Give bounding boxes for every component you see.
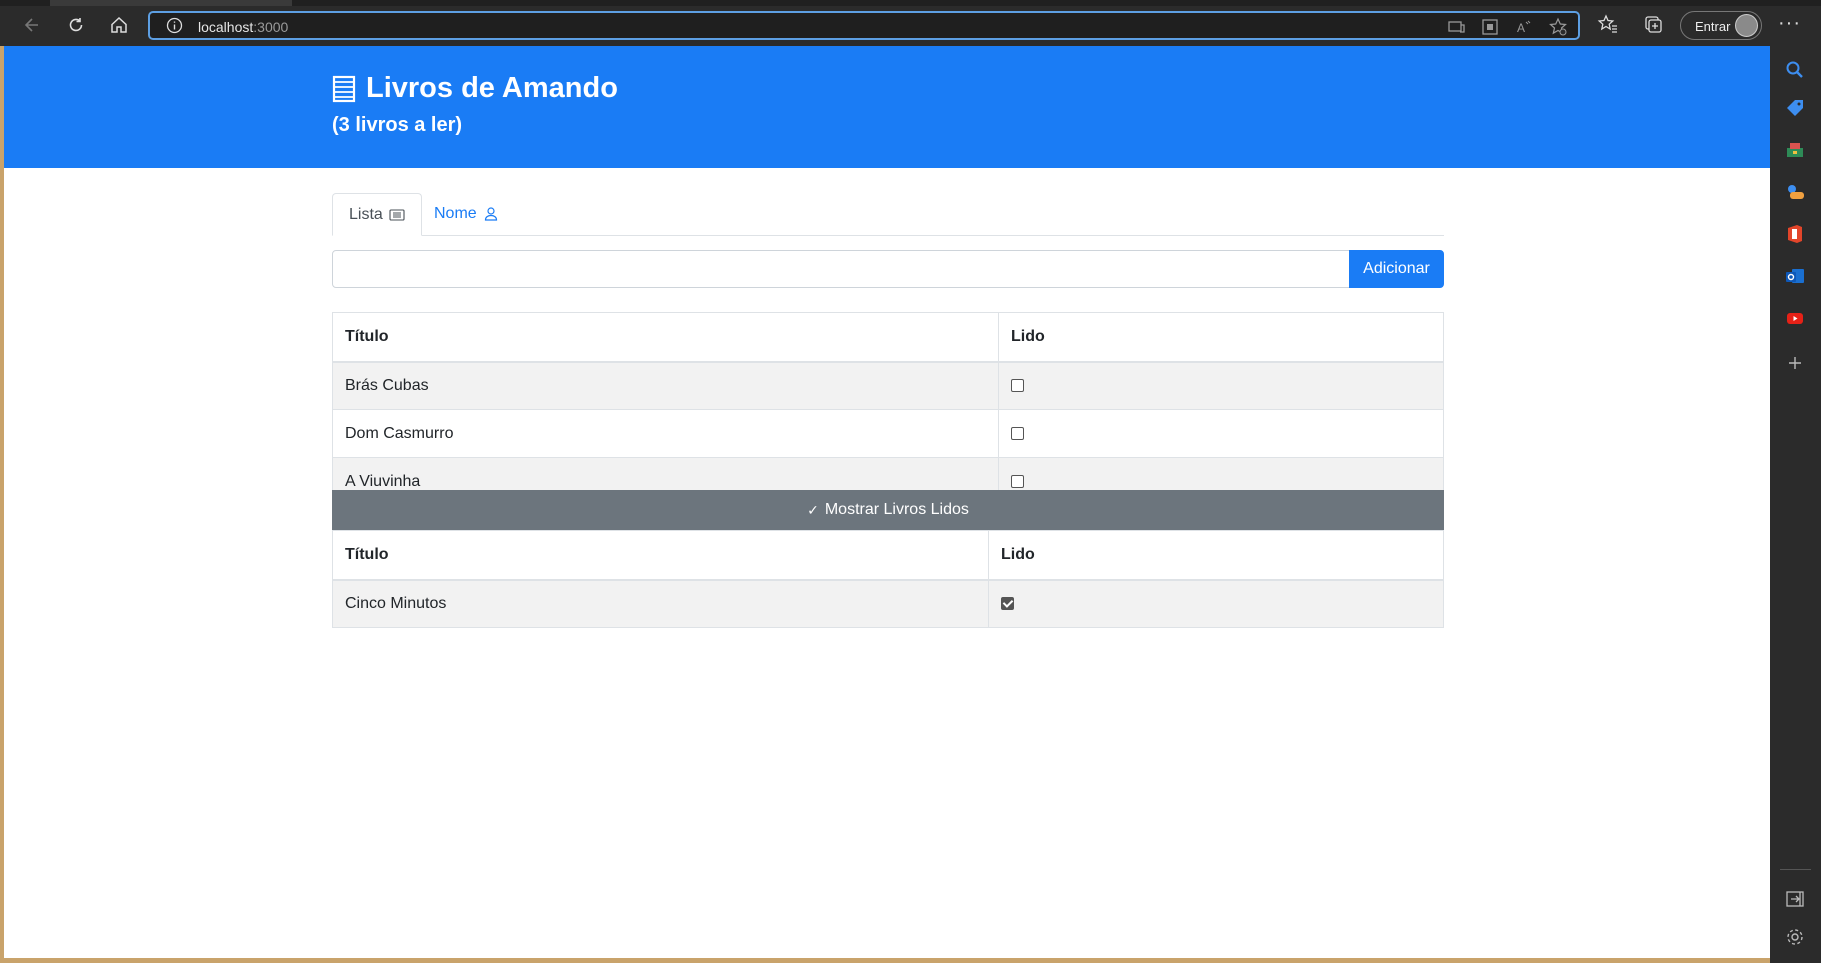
app-available-icon[interactable] <box>1446 17 1466 37</box>
shopping-tag-icon[interactable] <box>1784 97 1806 119</box>
view-tabs: Lista Nome <box>332 193 1444 236</box>
home-icon <box>111 16 127 33</box>
read-checkbox-checked[interactable] <box>1001 597 1014 611</box>
table-row: Brás Cubas <box>332 361 1444 410</box>
read-checkbox-cell <box>998 409 1444 458</box>
browser-tab[interactable] <box>50 0 292 6</box>
favorites-icon[interactable] <box>1597 13 1619 35</box>
back-arrow-icon <box>24 18 38 32</box>
add-sidebar-app-icon[interactable] <box>1784 352 1806 374</box>
collections-icon[interactable] <box>1642 13 1664 35</box>
sidebar-search-icon[interactable] <box>1784 59 1806 81</box>
column-header-lido: Lido <box>988 530 1444 581</box>
url-text: localhost:3000 <box>198 19 288 35</box>
tab-nome-label: Nome <box>434 205 477 222</box>
table-row: Cinco Minutos <box>332 579 1444 628</box>
read-checkbox[interactable] <box>1011 379 1024 393</box>
list-card-icon <box>389 208 405 221</box>
add-favorite-icon[interactable] <box>1548 17 1568 37</box>
books-to-read-count: (3 livros a ler) <box>332 114 463 136</box>
more-menu-button[interactable]: ··· <box>1778 12 1801 35</box>
header-banner: Livros de Amando (3 livros a ler) <box>4 46 1770 168</box>
youtube-icon[interactable] <box>1784 307 1806 329</box>
table-header-row: Título Lido <box>332 530 1444 581</box>
add-book-form: Adicionar <box>332 250 1444 288</box>
read-checkbox-cell <box>988 579 1444 628</box>
url-host: localhost <box>198 19 254 35</box>
book-list-icon <box>332 75 356 102</box>
read-checkbox[interactable] <box>1011 474 1024 488</box>
page-title-text: Livros de Amando <box>366 72 618 104</box>
office-icon[interactable] <box>1784 223 1806 245</box>
read-books-table: Título Lido Cinco Minutos <box>332 530 1444 628</box>
qr-code-icon[interactable] <box>1480 17 1500 37</box>
tab-nome[interactable]: Nome <box>418 193 515 235</box>
home-button[interactable] <box>106 12 132 38</box>
show-read-books-label: Mostrar Livros Lidos <box>824 501 969 518</box>
games-icon[interactable] <box>1784 181 1806 203</box>
read-checkbox-cell <box>998 361 1444 410</box>
info-icon[interactable] <box>166 17 183 34</box>
read-checkbox[interactable] <box>1011 426 1024 440</box>
sidebar-divider <box>1780 869 1811 870</box>
settings-gear-icon[interactable] <box>1784 926 1806 948</box>
table-row: Dom Casmurro <box>332 409 1444 458</box>
svg-text:A: A <box>1517 21 1525 35</box>
avatar <box>1735 14 1758 37</box>
reload-button[interactable] <box>63 12 89 38</box>
tab-strip <box>0 0 1821 6</box>
url-port: :3000 <box>253 19 289 35</box>
column-header-titulo: Título <box>332 530 989 581</box>
browser-sidebar <box>1770 46 1821 963</box>
tools-icon[interactable] <box>1784 139 1806 161</box>
page-title: Livros de Amando <box>332 72 618 105</box>
sign-in-button[interactable]: Entrar <box>1680 11 1762 40</box>
show-read-books-button[interactable]: ✓ Mostrar Livros Lidos <box>332 490 1444 530</box>
tab-lista[interactable]: Lista <box>332 193 422 236</box>
person-icon <box>484 207 497 221</box>
hide-sidebar-icon[interactable] <box>1784 888 1806 910</box>
tab-lista-label: Lista <box>349 205 383 223</box>
outlook-icon[interactable] <box>1784 265 1806 287</box>
check-icon: ✓ <box>807 501 819 518</box>
page-viewport: Livros de Amando (3 livros a ler) Lista … <box>4 46 1770 958</box>
column-header-lido: Lido <box>998 312 1444 363</box>
reload-icon <box>69 18 83 32</box>
book-title-cell: Dom Casmurro <box>332 409 999 458</box>
sign-in-label: Entrar <box>1695 19 1731 34</box>
book-title-input[interactable] <box>332 250 1350 288</box>
add-button[interactable]: Adicionar <box>1349 250 1444 288</box>
table-header-row: Título Lido <box>332 312 1444 363</box>
unread-books-table: Título Lido Brás Cubas Dom Casmurro A Vi… <box>332 312 1444 506</box>
back-button[interactable] <box>19 12 45 38</box>
browser-toolbar: localhost:3000 A Entrar ··· <box>0 0 1821 46</box>
column-header-titulo: Título <box>332 312 999 363</box>
read-aloud-icon[interactable]: A <box>1514 17 1534 37</box>
address-bar[interactable]: localhost:3000 A <box>148 11 1580 40</box>
book-title-cell: Brás Cubas <box>332 361 999 410</box>
book-title-cell: Cinco Minutos <box>332 579 989 628</box>
